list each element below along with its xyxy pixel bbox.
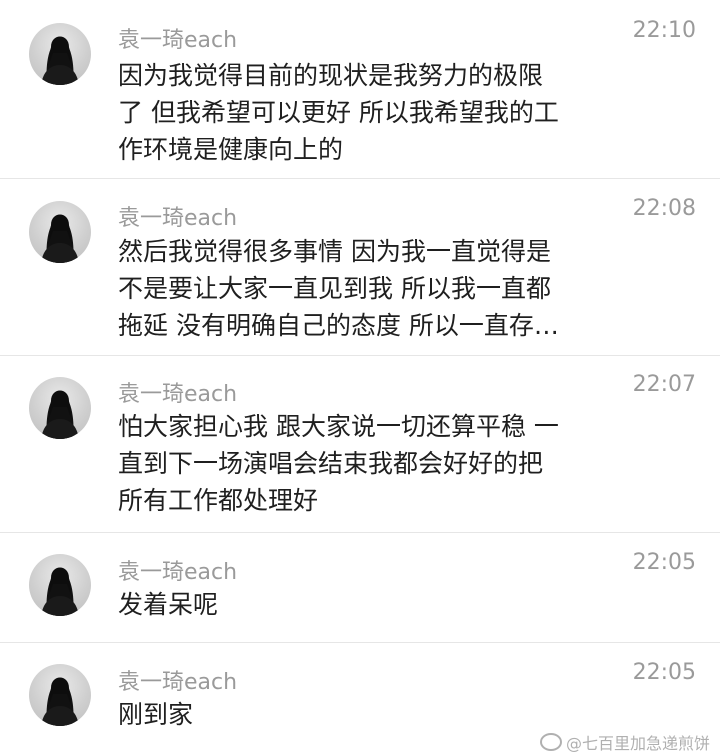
- sender-name[interactable]: 袁一琦each: [118, 664, 237, 696]
- avatar-image: [41, 390, 79, 439]
- timestamp: 22:05: [632, 660, 696, 685]
- avatar-image: [41, 214, 79, 263]
- timestamp: 22:10: [632, 18, 696, 43]
- avatar[interactable]: [29, 554, 91, 616]
- watermark: @七百里加急递煎饼: [539, 730, 710, 754]
- avatar[interactable]: [29, 23, 91, 85]
- message-text: 怕大家担心我 跟大家说一切还算平稳 一 直到下一场演唱会结束我都会好好的把 所有…: [118, 408, 618, 519]
- message-line: 了 但我希望可以更好 所以我希望我的工: [118, 98, 559, 127]
- watermark-text: @七百里加急递煎饼: [565, 734, 710, 753]
- message-text: 因为我觉得目前的现状是我努力的极限 了 但我希望可以更好 所以我希望我的工 作环…: [118, 57, 618, 168]
- avatar[interactable]: [29, 201, 91, 263]
- message-line: 因为我觉得目前的现状是我努力的极限: [118, 61, 544, 90]
- avatar-image: [41, 36, 79, 85]
- timestamp: 22:08: [632, 196, 696, 221]
- message-item[interactable]: 袁一琦each 22:07 怕大家担心我 跟大家说一切还算平稳 一 直到下一场演…: [0, 356, 720, 533]
- sender-name[interactable]: 袁一琦each: [118, 22, 237, 54]
- sender-name[interactable]: 袁一琦each: [118, 376, 237, 408]
- weibo-logo-icon: [539, 733, 562, 751]
- avatar-image: [41, 677, 79, 726]
- timestamp: 22:07: [632, 372, 696, 397]
- timestamp: 22:05: [632, 550, 696, 575]
- message-line: 拖延 没有明确自己的态度 所以一直存…: [118, 311, 559, 340]
- message-line: 不是要让大家一直见到我 所以我一直都: [118, 274, 551, 303]
- sender-name[interactable]: 袁一琦each: [118, 200, 237, 232]
- message-text: 发着呆呢: [118, 586, 618, 623]
- message-line: 作环境是健康向上的: [118, 135, 344, 164]
- message-line: 发着呆呢: [118, 590, 219, 619]
- message-item[interactable]: 袁一琦each 22:10 因为我觉得目前的现状是我努力的极限 了 但我希望可以…: [0, 0, 720, 179]
- message-text: 刚到家: [118, 696, 618, 733]
- avatar[interactable]: [29, 664, 91, 726]
- message-line: 所有工作都处理好: [118, 486, 319, 515]
- message-line: 直到下一场演唱会结束我都会好好的把: [118, 449, 544, 478]
- message-item[interactable]: 袁一琦each 22:08 然后我觉得很多事情 因为我一直觉得是 不是要让大家一…: [0, 179, 720, 356]
- message-line: 刚到家: [118, 700, 194, 729]
- message-line: 然后我觉得很多事情 因为我一直觉得是: [118, 237, 551, 266]
- sender-name[interactable]: 袁一琦each: [118, 554, 237, 586]
- message-item[interactable]: 袁一琦each 22:05 发着呆呢: [0, 533, 720, 643]
- message-text: 然后我觉得很多事情 因为我一直觉得是 不是要让大家一直见到我 所以我一直都 拖延…: [118, 233, 618, 344]
- avatar[interactable]: [29, 377, 91, 439]
- message-line: 怕大家担心我 跟大家说一切还算平稳 一: [118, 412, 559, 441]
- avatar-image: [41, 567, 79, 616]
